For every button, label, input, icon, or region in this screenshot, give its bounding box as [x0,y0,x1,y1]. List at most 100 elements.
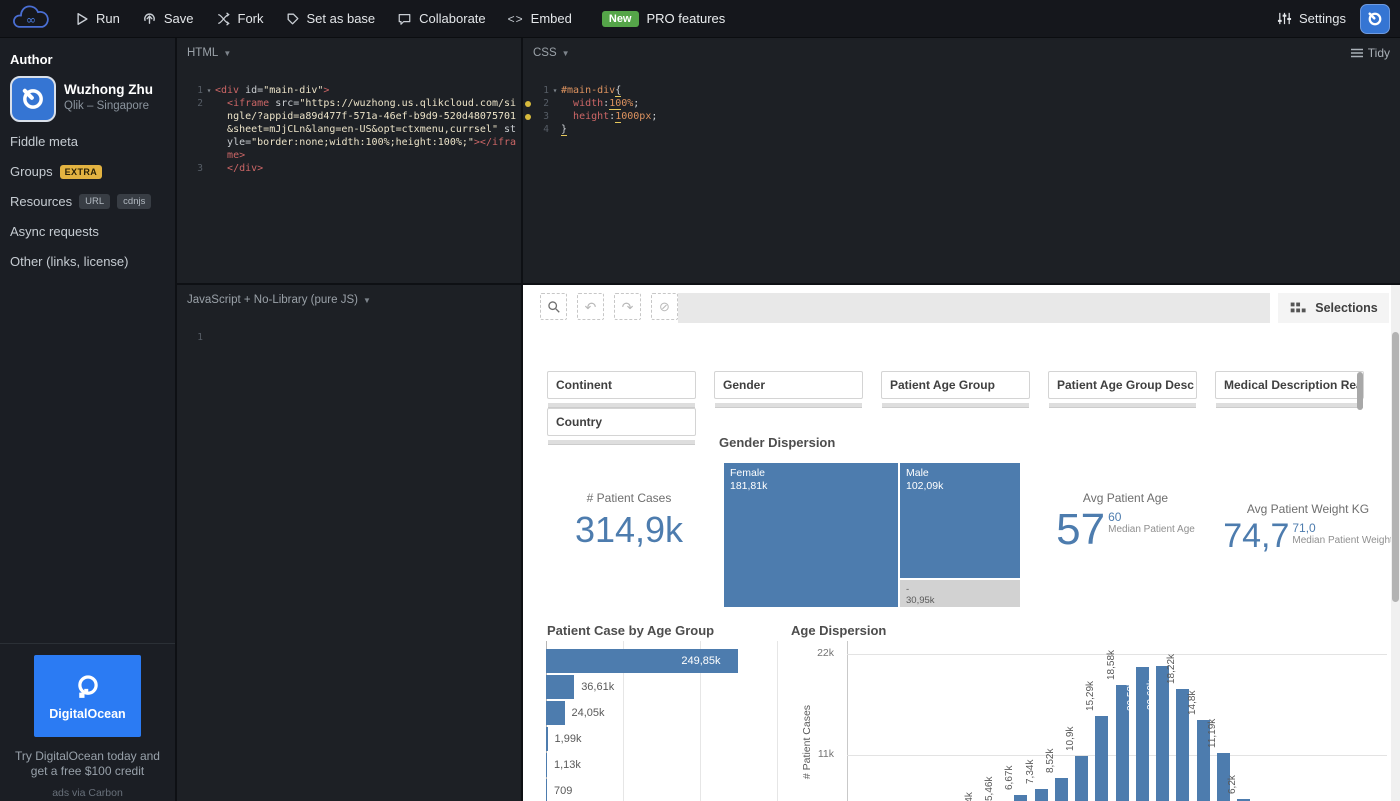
fold-arrow-icon[interactable]: ▾ [203,84,215,97]
qlik-power-icon [19,85,47,113]
code-text: #main-div{ [561,84,621,97]
code-text: &sheet=mJjCLn&lang=en-US&opt=ctxmenu,cur… [215,123,516,136]
vbar-bar[interactable] [1014,795,1027,801]
settings-button[interactable]: Settings [1277,11,1346,26]
line-number: 1 [187,331,203,344]
html-code-editor[interactable]: 1▾<div id="main-div">2 <iframe src="http… [177,68,521,175]
code-brackets-icon: <> [508,12,524,26]
css-panel-header[interactable]: CSS ▼ Tidy [523,38,1400,68]
code-line[interactable]: ngle/?appid=a89d477f-571a-46ef-b9d9-520d… [177,110,521,123]
collaborate-button[interactable]: Collaborate [397,11,486,26]
sidebar-item-groups[interactable]: Groups EXTRA [10,164,102,179]
pro-features-link[interactable]: PRO features [647,11,726,26]
code-line[interactable]: 4} [523,123,1400,136]
vbar-bar[interactable] [1055,778,1068,801]
code-text: width:100%; [561,97,639,110]
gutter-spacer [177,149,187,162]
ad-via-carbon-link[interactable]: ads via Carbon [0,787,175,799]
css-editor-panel: CSS ▼ Tidy 1▾#main-div{2 width:100%;3 he… [521,38,1400,283]
fold-spacer [203,123,215,136]
gutter-spacer [177,97,187,110]
sidebar-item-label: Resources [10,194,72,209]
fold-spacer [203,162,215,175]
fold-spacer [203,110,215,123]
code-line[interactable]: &sheet=mJjCLn&lang=en-US&opt=ctxmenu,cur… [177,123,521,136]
vbar-value-label: 8,52k [1046,748,1056,772]
digitalocean-logo-icon [73,672,103,702]
fold-spacer [549,123,561,136]
author-name-link[interactable]: Wuzhong Zhu [64,82,153,97]
set-as-base-button[interactable]: Set as base [286,11,376,26]
vbar-value-label: 20,53k [1127,681,1137,711]
sidebar-item-other[interactable]: Other (links, license) [10,254,128,269]
code-line[interactable]: 1 [177,331,521,344]
ad-text-link[interactable]: Try DigitalOcean today and get a free $1… [6,749,169,779]
code-line[interactable]: 1▾#main-div{ [523,84,1400,97]
html-panel-header[interactable]: HTML ▼ [177,38,521,68]
code-line[interactable]: 3 height:1000px; [523,110,1400,123]
vbar-bar[interactable] [1095,716,1108,801]
vbar-bar[interactable] [1156,666,1169,801]
collaborate-label: Collaborate [419,11,486,26]
digitalocean-ad[interactable]: DigitalOcean [34,655,141,737]
left-sidebar: Author Wuzhong Zhu Qlik – Singapore Fidd… [0,38,175,801]
run-button[interactable]: Run [76,11,120,26]
fork-shuffle-icon [216,12,231,26]
html-panel-title: HTML [187,47,218,59]
line-number [187,110,203,123]
user-avatar[interactable] [1360,4,1390,34]
svg-text:∞: ∞ [26,12,36,26]
gutter-marker-icon [523,97,533,110]
fold-spacer [203,149,215,162]
cloud-infinity-icon: ∞ [10,5,52,33]
js-panel-header[interactable]: JavaScript + No-Library (pure JS) ▼ [177,285,521,315]
fold-arrow-icon[interactable]: ▾ [549,84,561,97]
code-line[interactable]: 2 width:100%; [523,97,1400,110]
vbar-value-label: 6,67k [1005,765,1015,789]
code-line[interactable]: 1▾<div id="main-div"> [177,84,521,97]
vbar-value-label: 4,4k [965,792,975,801]
line-number: 3 [533,110,549,123]
jsfiddle-logo-icon[interactable]: ∞ [8,4,54,34]
fork-label: Fork [238,11,264,26]
cdnjs-badge: cdnjs [117,194,151,209]
tidy-label: Tidy [1368,46,1390,60]
author-avatar[interactable] [10,76,56,122]
tidy-button[interactable]: Tidy [1351,46,1390,60]
fork-button[interactable]: Fork [216,11,264,26]
sidebar-item-label: Groups [10,164,53,179]
result-scrollbar-track[interactable] [1391,285,1400,801]
line-number: 2 [533,97,549,110]
vbar-plot-area: 4,4k5,46k6,67k7,34k8,52k10,9k15,29k18,58… [523,285,1400,801]
fold-spacer [203,97,215,110]
line-number [187,149,203,162]
css-panel-title: CSS [533,47,557,59]
sidebar-item-fiddle-meta[interactable]: Fiddle meta [10,134,78,149]
vbar-value-label: 10,9k [1066,726,1076,750]
vbar-bar[interactable] [1075,756,1088,801]
js-code-editor[interactable]: 1 [177,315,521,344]
code-line[interactable]: 3 </div> [177,162,521,175]
gutter-spacer [177,136,187,149]
save-button[interactable]: Save [142,11,194,26]
gutter-spacer [177,110,187,123]
sidebar-item-label: Async requests [10,224,99,239]
result-scrollbar-thumb[interactable] [1392,332,1399,602]
chevron-down-icon: ▼ [223,49,231,58]
gutter-spacer [523,84,533,97]
code-line[interactable]: 2 <iframe src="https://wuzhong.us.qlikcl… [177,97,521,110]
sidebar-item-label: Other (links, license) [10,254,128,269]
code-text: } [561,123,567,136]
gutter-marker-icon [523,110,533,123]
code-line[interactable]: me> [177,149,521,162]
css-code-editor[interactable]: 1▾#main-div{2 width:100%;3 height:1000px… [523,68,1400,136]
vbar-bar[interactable] [1035,789,1048,801]
save-upload-icon [142,11,157,26]
embed-button[interactable]: <> Embed [508,11,572,26]
gutter-spacer [177,123,187,136]
chevron-down-icon: ▼ [562,49,570,58]
sidebar-item-async-requests[interactable]: Async requests [10,224,99,239]
sidebar-item-resources[interactable]: Resources URL cdnjs [10,194,151,209]
line-number: 3 [187,162,203,175]
code-line[interactable]: yle="border:none;width:100%;height:100%;… [177,136,521,149]
